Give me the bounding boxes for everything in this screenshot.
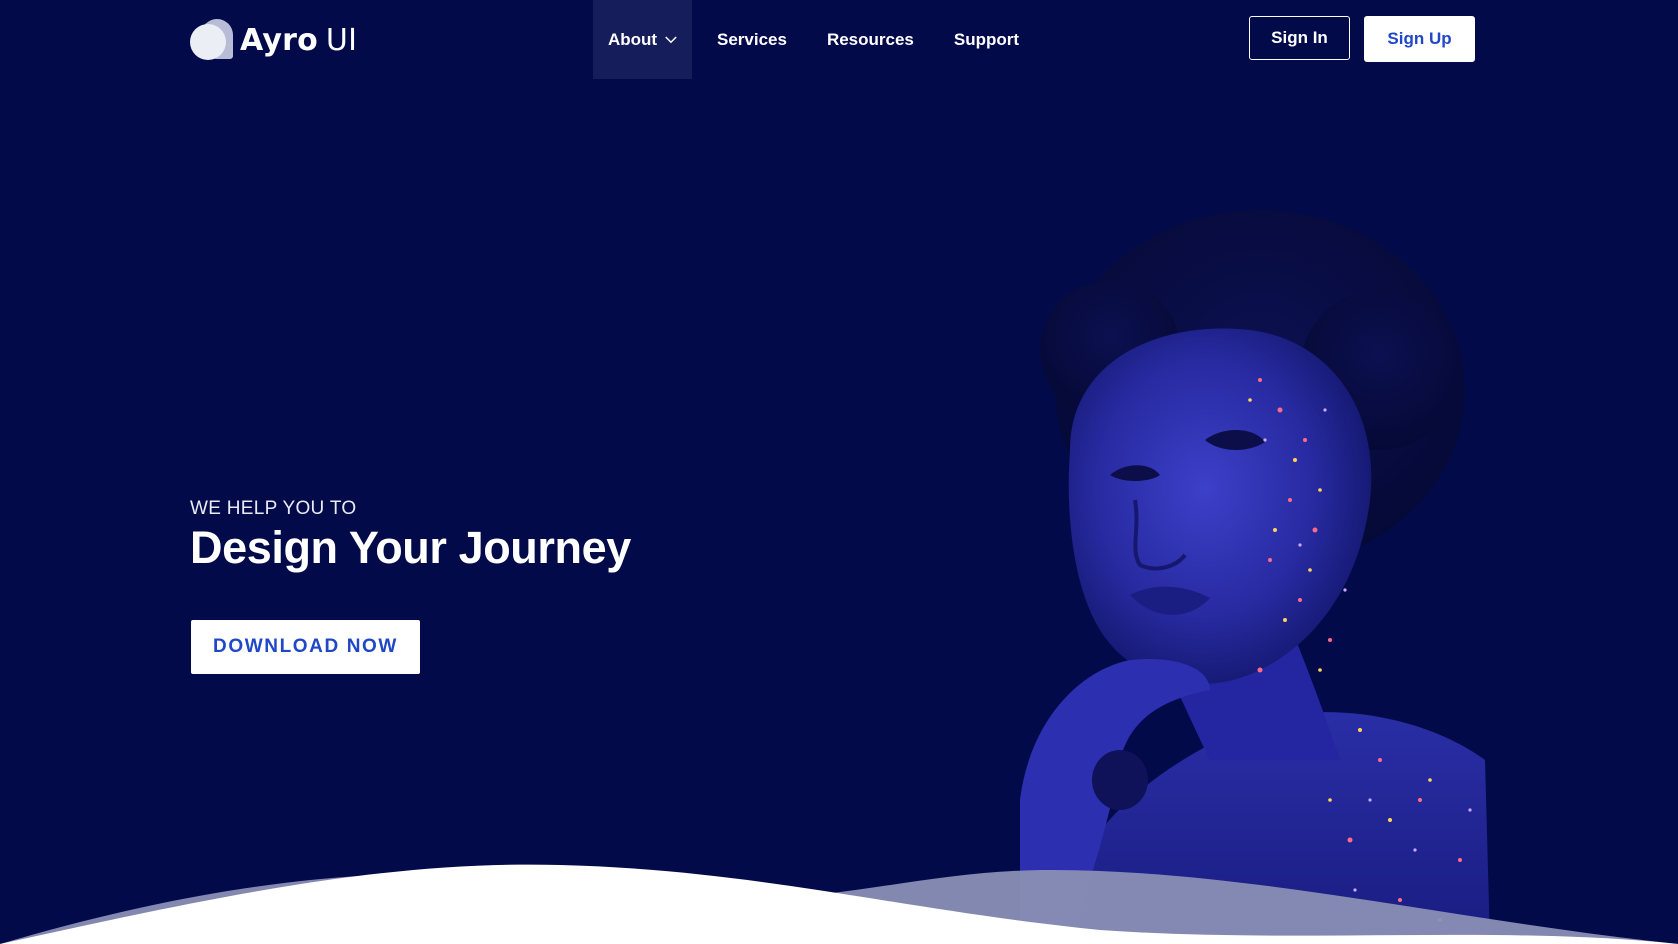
main-nav: About Services Resources Support [593, 0, 1019, 79]
nav-item-services[interactable]: Services [717, 0, 787, 79]
brand-name: Ayro UI [240, 22, 358, 58]
landing-page: Ayro UI About Services Resources Support … [0, 0, 1678, 944]
nav-item-about[interactable]: About [593, 0, 692, 79]
download-now-button[interactable]: DOWNLOAD NOW [191, 620, 420, 674]
sign-up-button[interactable]: Sign Up [1364, 16, 1475, 62]
sign-in-button[interactable]: Sign In [1249, 16, 1350, 60]
brand-logo[interactable]: Ayro UI [190, 18, 357, 62]
wave-divider [0, 864, 1678, 944]
nav-item-support[interactable]: Support [954, 0, 1019, 79]
chevron-down-icon [665, 35, 677, 43]
hero-portrait-image [1020, 210, 1490, 944]
nav-label-about: About [608, 29, 658, 49]
hero-headline: Design Your Journey [190, 522, 631, 573]
nav-item-resources[interactable]: Resources [827, 0, 914, 79]
hero-eyebrow: WE HELP YOU TO [190, 498, 357, 519]
logo-icon [190, 18, 234, 62]
